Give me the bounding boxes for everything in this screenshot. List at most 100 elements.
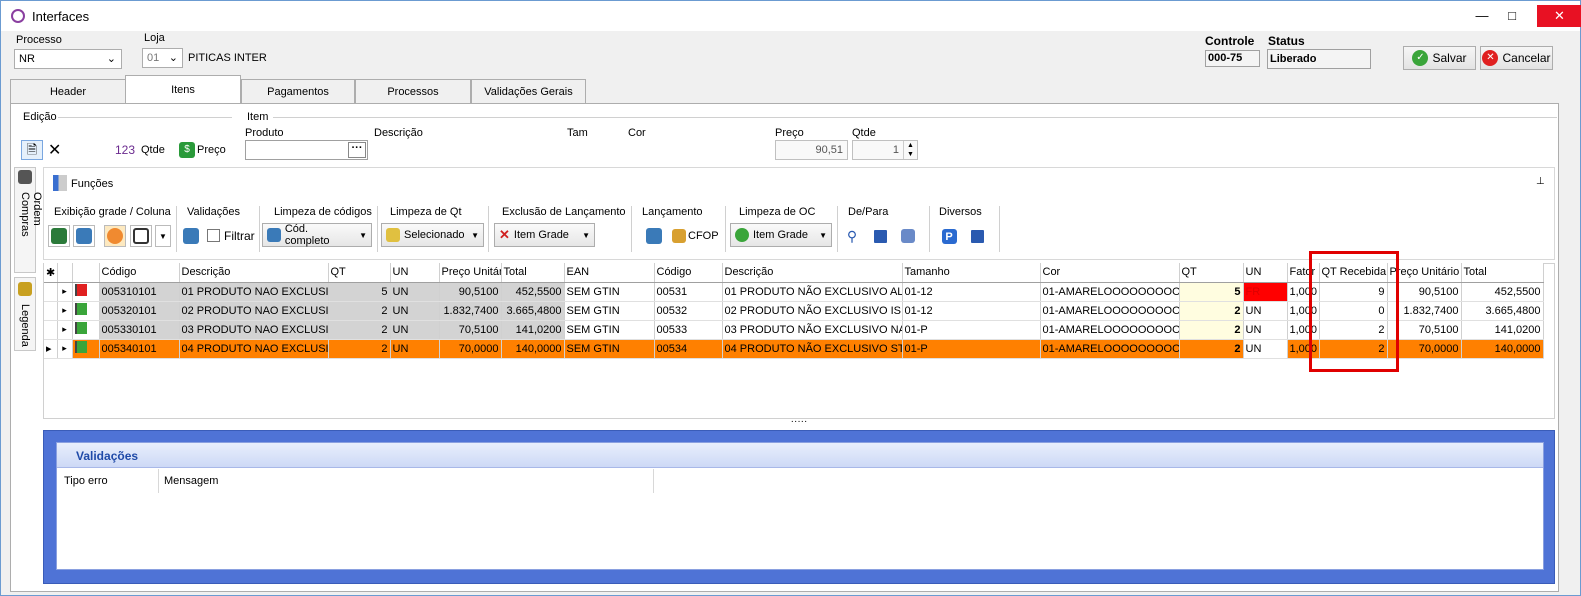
table-cell[interactable]: UN bbox=[1243, 320, 1288, 340]
produto-input[interactable]: ··· bbox=[245, 140, 368, 160]
cod-completo-button[interactable]: Cód. completo ▼ bbox=[262, 223, 372, 247]
column-header[interactable]: UN bbox=[390, 263, 440, 283]
table-cell[interactable]: 70,5100 bbox=[439, 320, 502, 340]
tab-legenda[interactable]: Legenda bbox=[14, 277, 36, 351]
table-cell[interactable]: 005310101 bbox=[99, 282, 180, 302]
table-cell[interactable]: 141,0200 bbox=[1461, 320, 1544, 340]
table-cell[interactable]: 01-12 bbox=[902, 282, 1041, 302]
splitter-handle[interactable]: ····· bbox=[43, 417, 1555, 429]
row-indicator[interactable] bbox=[44, 282, 58, 302]
cfop-button[interactable]: CFOP bbox=[672, 225, 722, 247]
column-header[interactable]: EAN bbox=[564, 263, 655, 283]
expand-arrow-icon[interactable]: ▸ bbox=[57, 339, 73, 359]
table-cell[interactable]: 01 PRODUTO NÃO EXCLUSIVO ALT bbox=[722, 282, 903, 302]
table-cell[interactable]: 00534 bbox=[654, 339, 723, 359]
item-grade-clear-button[interactable]: Item Grade ▼ bbox=[730, 223, 832, 247]
tab-processos[interactable]: Processos bbox=[355, 79, 471, 103]
new-icon[interactable]: 🗎 bbox=[21, 140, 43, 160]
table-cell[interactable]: 3.665,4800 bbox=[1461, 301, 1544, 321]
table-cell[interactable]: 00532 bbox=[654, 301, 723, 321]
tipo-erro-header[interactable]: Tipo erro bbox=[64, 475, 108, 487]
table-cell[interactable]: UN bbox=[390, 320, 440, 340]
table-cell[interactable]: 04 PRODUTO NÃO EXCLUSIVO ST 10 bbox=[722, 339, 903, 359]
table-cell[interactable]: 01-12 bbox=[902, 301, 1041, 321]
column-header[interactable]: Total bbox=[1461, 263, 1544, 283]
grid-icon[interactable] bbox=[48, 225, 70, 247]
table-cell[interactable]: 01-AMARELOOOOOOOOOOO bbox=[1040, 301, 1180, 321]
item-grade-delete-button[interactable]: ✕ Item Grade ▼ bbox=[494, 223, 595, 247]
processo-select[interactable]: NR ⌄ bbox=[14, 49, 122, 69]
row-indicator[interactable] bbox=[44, 301, 58, 321]
table-icon[interactable] bbox=[130, 225, 152, 247]
dropdown-arrow-icon[interactable]: ▼ bbox=[155, 225, 171, 247]
ellipsis-button[interactable]: ··· bbox=[348, 142, 366, 158]
refresh-icon[interactable] bbox=[104, 225, 126, 247]
p-icon[interactable]: P bbox=[938, 225, 960, 247]
table-cell[interactable]: 03 PRODUTO NAO EXCLUSIVO bbox=[179, 320, 329, 340]
tab-validacoes-gerais[interactable]: Validações Gerais bbox=[471, 79, 586, 103]
preco-button[interactable]: Preço bbox=[197, 144, 226, 156]
table-cell[interactable]: 02 PRODUTO NAO EXCLUSIVO bbox=[179, 301, 329, 321]
column-header[interactable]: Descrição bbox=[179, 263, 329, 283]
maximize-button[interactable]: □ bbox=[1497, 5, 1527, 27]
table-cell[interactable]: SEM GTIN bbox=[564, 282, 655, 302]
mensagem-header[interactable]: Mensagem bbox=[164, 475, 218, 487]
close-button[interactable]: ✕ bbox=[1537, 5, 1581, 27]
expand-arrow-icon[interactable]: ▸ bbox=[57, 282, 73, 302]
table-cell[interactable]: UN bbox=[1243, 301, 1288, 321]
table-cell[interactable]: 70,0000 bbox=[439, 339, 502, 359]
table-cell[interactable]: 01-AMARELOOOOOOOOOOO bbox=[1040, 339, 1180, 359]
minimize-button[interactable]: ― bbox=[1467, 5, 1497, 27]
table-cell[interactable]: 01-AMARELOOOOOOOOOOO bbox=[1040, 282, 1180, 302]
delete-icon[interactable]: ✕ bbox=[48, 140, 61, 160]
table-cell[interactable]: 005340101 bbox=[99, 339, 180, 359]
filtrar-checkbox[interactable] bbox=[207, 229, 220, 242]
search-icon[interactable]: ⚲ bbox=[841, 225, 863, 247]
column-header[interactable]: QT bbox=[328, 263, 391, 283]
table-cell[interactable]: 5 bbox=[1179, 282, 1244, 302]
expand-arrow-icon[interactable]: ▸ bbox=[57, 301, 73, 321]
table-cell[interactable]: UN bbox=[1243, 339, 1288, 359]
table-cell[interactable]: 04 PRODUTO NAO EXCLUSIVO bbox=[179, 339, 329, 359]
table-cell[interactable]: UN bbox=[390, 282, 440, 302]
row-indicator[interactable]: ▸ bbox=[44, 339, 58, 359]
table-cell[interactable]: 02 PRODUTO NÃO EXCLUSIVO IS bbox=[722, 301, 903, 321]
column-header[interactable]: Descrição bbox=[722, 263, 903, 283]
column-header[interactable]: Código bbox=[99, 263, 180, 283]
tab-itens[interactable]: Itens bbox=[125, 75, 241, 104]
table-cell[interactable]: 2 bbox=[1179, 339, 1244, 359]
preco-input[interactable]: 90,51 bbox=[775, 140, 848, 160]
table-cell[interactable]: 01 PRODUTO NAO EXCLUSIVO bbox=[179, 282, 329, 302]
table-cell[interactable]: UN bbox=[390, 339, 440, 359]
loja-select[interactable]: 01 ⌄ bbox=[142, 48, 183, 68]
table-cell[interactable]: 2 bbox=[328, 301, 391, 321]
table-cell[interactable]: 2 bbox=[1179, 320, 1244, 340]
save-icon[interactable] bbox=[966, 225, 988, 247]
tab-ordem-compras[interactable]: Ordem Compras bbox=[14, 167, 43, 273]
salvar-button[interactable]: ✓ Salvar bbox=[1403, 46, 1476, 70]
table-cell[interactable]: 452,5500 bbox=[1461, 282, 1544, 302]
row-indicator[interactable] bbox=[44, 320, 58, 340]
table-cell[interactable]: 141,0200 bbox=[501, 320, 565, 340]
table-cell[interactable]: 00531 bbox=[654, 282, 723, 302]
table-cell[interactable]: 140,0000 bbox=[501, 339, 565, 359]
column-header[interactable]: Tamanho bbox=[902, 263, 1041, 283]
qtde-stepper[interactable]: 1 ▲ ▼ bbox=[852, 140, 918, 160]
table-cell[interactable]: 01-P bbox=[902, 339, 1041, 359]
column-header[interactable]: Código bbox=[654, 263, 723, 283]
pin-icon[interactable]: ⊥ bbox=[1536, 176, 1545, 187]
table-cell[interactable]: 2 bbox=[1179, 301, 1244, 321]
qtde-button[interactable]: Qtde bbox=[141, 144, 165, 156]
expand-arrow-icon[interactable]: ▸ bbox=[57, 320, 73, 340]
table-cell[interactable]: 90,5100 bbox=[439, 282, 502, 302]
table-cell[interactable]: 2 bbox=[328, 320, 391, 340]
table-cell[interactable]: SEM GTIN bbox=[564, 301, 655, 321]
table-cell[interactable]: 01-P bbox=[902, 320, 1041, 340]
table-cell[interactable]: 5 bbox=[328, 282, 391, 302]
table-cell[interactable]: SEM GTIN bbox=[564, 320, 655, 340]
cancelar-button[interactable]: ✕ Cancelar bbox=[1480, 46, 1553, 70]
column-header[interactable]: QT bbox=[1179, 263, 1244, 283]
table-cell[interactable]: 3.665,4800 bbox=[501, 301, 565, 321]
convert-icon[interactable] bbox=[897, 225, 919, 247]
column-header[interactable]: Preço Unitár bbox=[439, 263, 502, 283]
